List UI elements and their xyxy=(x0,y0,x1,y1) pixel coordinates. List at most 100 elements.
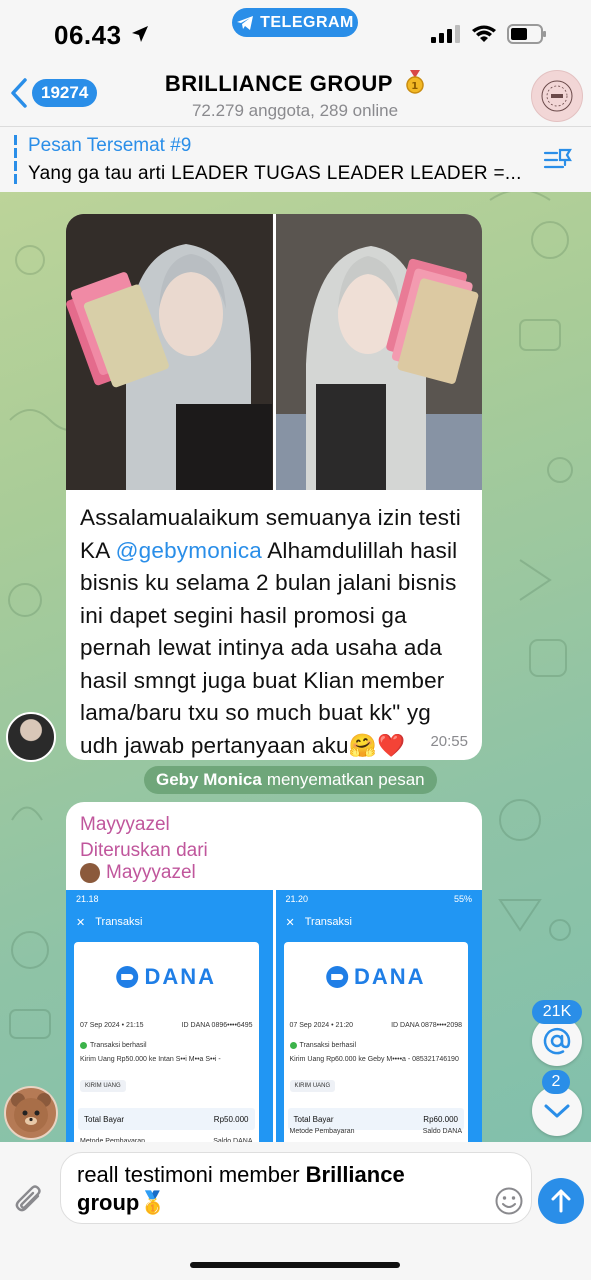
chat-title-area[interactable]: BRILLIANCE GROUP 1 72.279 anggota, 289 o… xyxy=(120,70,470,121)
receipt-total: Total Bayar Rp60.000 xyxy=(287,1108,464,1130)
photo-album[interactable] xyxy=(66,214,482,490)
forwarded-from-name: Mayyyazel xyxy=(106,862,196,883)
pinned-text: Yang ga tau arti LEADER TUGAS LEADER LEA… xyxy=(28,163,522,184)
receipt-total-label: Total Bayar xyxy=(293,1114,334,1124)
group-avatar[interactable] xyxy=(531,70,583,122)
chevron-down-icon xyxy=(544,1104,570,1118)
receipt-desc-row: Kirim Uang Rp60.000 ke Geby M••••a - 085… xyxy=(290,1056,463,1063)
close-icon: ✕ xyxy=(285,917,295,929)
chat-subtitle: 72.279 anggota, 289 online xyxy=(191,101,399,120)
screenshot-clock: 21.20 55% xyxy=(276,890,483,912)
emoji-icon[interactable] xyxy=(494,1186,524,1216)
receipt-desc: Kirim Uang Rp50.000 ke Intan S••i M••a S… xyxy=(80,1056,221,1063)
screenshot-nav: ✕ Transaksi xyxy=(66,912,273,936)
mention-link[interactable]: @gebymonica xyxy=(116,538,262,563)
telegram-pill-label: TELEGRAM xyxy=(260,13,354,31)
battery-icon xyxy=(507,24,546,44)
check-icon xyxy=(289,1042,297,1049)
pin-list-icon[interactable] xyxy=(543,147,573,173)
message-text: Assalamualaikum semuanya izin testi KA @… xyxy=(80,502,472,760)
input-text: reall testimoni member xyxy=(77,1162,306,1187)
svg-text:1: 1 xyxy=(411,81,418,92)
dana-logo: DANA xyxy=(325,964,426,990)
receipt-date: 07 Sep 2024 • 21:15 xyxy=(80,1022,144,1029)
photo-2[interactable] xyxy=(275,214,482,490)
dana-mark-icon xyxy=(325,966,348,988)
input-text-bold: Brilliance xyxy=(305,1162,405,1187)
sender-avatar-bear[interactable] xyxy=(4,1086,58,1140)
service-actor[interactable]: Geby Monica xyxy=(156,770,262,790)
input-text-bold: group xyxy=(77,1190,140,1215)
receipt-total-label: Total Bayar xyxy=(84,1114,125,1124)
attach-icon[interactable] xyxy=(12,1182,48,1218)
send-button[interactable] xyxy=(538,1178,584,1224)
receipt-total: Total Bayar Rp50.000 xyxy=(78,1108,255,1130)
receipt-status-row: Transaksi berhasil xyxy=(80,1042,253,1049)
telegram-pill[interactable]: TELEGRAM xyxy=(232,8,358,37)
back-chevron-icon xyxy=(11,78,27,108)
pinned-message-bar[interactable]: Pesan Tersemat #9 Yang ga tau arti LEADE… xyxy=(0,126,591,192)
pinned-title: Pesan Tersemat #9 xyxy=(28,135,192,156)
mentions-count-badge: 21K xyxy=(532,1000,582,1024)
forwarded-label: Diteruskan dari xyxy=(80,840,208,861)
message-text-part: Alhamdulillah hasil bisnis ku selama 2 b… xyxy=(80,537,458,758)
chat-header: 19274 BRILLIANCE GROUP 1 72.279 anggota,… xyxy=(0,56,591,126)
service-message: Geby Monica menyematkan pesan xyxy=(144,766,437,794)
dana-logo-text: DANA xyxy=(144,964,217,989)
message-input[interactable]: reall testimoni member Brilliance group🥇 xyxy=(60,1152,532,1224)
receipt-status-row: Transaksi berhasil xyxy=(289,1042,463,1049)
pinned-indicator xyxy=(14,135,17,185)
receipt-id: ID DANA 0896••••6495 xyxy=(181,1022,253,1029)
screenshot-clock: 21.18 xyxy=(76,894,99,904)
receipt-total-value: Rp60.000 xyxy=(423,1114,458,1124)
receipt-date-row: 07 Sep 2024 • 21:20 ID DANA 0878••••2098 xyxy=(290,1022,463,1029)
screenshot-battery: 55% xyxy=(453,894,472,904)
photo-1-image xyxy=(66,214,273,490)
check-icon xyxy=(80,1042,87,1049)
screenshot-2[interactable]: 21.20 55% ✕ Transaksi DANA 07 Sep 2024 • 2… xyxy=(275,890,483,1162)
receipt-date: 07 Sep 2024 • 21:20 xyxy=(289,1022,354,1029)
dana-logo-text: DANA xyxy=(353,964,426,989)
forwarded-from[interactable]: Mayyyazel xyxy=(80,862,196,884)
message-emojis: 🤗❤️ xyxy=(348,732,406,758)
receipt-method-row: Metode Pembayaran Saldo DANA xyxy=(290,1128,463,1135)
message-bubble-forwarded[interactable]: Mayyyazel Diteruskan dari Mayyyazel 21.1… xyxy=(66,802,482,1162)
medal-icon: 1 xyxy=(406,70,424,94)
back-button[interactable]: 19274 xyxy=(10,78,98,108)
wifi-icon xyxy=(472,25,496,42)
screenshot-clock-text: 21.20 xyxy=(285,894,309,904)
status-bar: 06.43 TELEGRAM xyxy=(0,0,591,56)
bear-avatar-icon xyxy=(80,863,100,883)
message-time: 20:55 xyxy=(430,733,468,750)
message-composer: reall testimoni member Brilliance group🥇 xyxy=(0,1142,591,1280)
message-bubble-photo[interactable]: Assalamualaikum semuanya izin testi KA @… xyxy=(66,214,482,760)
input-emoji: 🥇 xyxy=(139,1190,167,1215)
sender-avatar[interactable] xyxy=(6,712,56,762)
screenshot-album[interactable]: 21.18 ✕ Transaksi DANA 07 Sep 2024 • 21:1… xyxy=(66,890,482,1162)
photo-1[interactable] xyxy=(66,214,273,490)
receipt-id: ID DANA 0878••••2098 xyxy=(391,1022,462,1029)
sender-name[interactable]: Mayyyazel xyxy=(80,814,170,836)
location-arrow-icon xyxy=(132,26,148,42)
at-icon xyxy=(543,1027,571,1055)
send-icon xyxy=(551,1189,571,1213)
home-indicator xyxy=(190,1262,400,1268)
screenshot-nav-title: Transaksi xyxy=(95,916,143,928)
photo-2-image xyxy=(275,214,482,490)
receipt-desc-row: Kirim Uang Rp50.000 ke Intan S••i M••a S… xyxy=(80,1056,253,1063)
dana-logo: DANA xyxy=(116,964,216,990)
screenshot-nav-title: Transaksi xyxy=(304,916,352,928)
receipt-card: DANA 07 Sep 2024 • 21:20 ID DANA 0878••••… xyxy=(283,942,468,1162)
screenshot-1[interactable]: 21.18 ✕ Transaksi DANA 07 Sep 2024 • 21:1… xyxy=(66,890,273,1162)
receipt-status: Transaksi berhasil xyxy=(90,1042,147,1049)
chat-title-text: BRILLIANCE GROUP xyxy=(164,71,393,96)
receipt-status: Transaksi berhasil xyxy=(299,1042,357,1049)
receipt-card: DANA 07 Sep 2024 • 21:15 ID DANA 0896••••… xyxy=(74,942,259,1162)
chat-title: BRILLIANCE GROUP 1 xyxy=(120,70,470,97)
receipt-tag: KIRIM UANG xyxy=(80,1080,126,1092)
service-action: menyematkan pesan xyxy=(266,770,425,789)
unread-chats-count: 19274 xyxy=(32,79,98,107)
screenshot-nav: ✕ Transaksi xyxy=(276,912,483,936)
system-icons xyxy=(431,24,547,44)
receipt-date-row: 07 Sep 2024 • 21:15 ID DANA 0896••••6495 xyxy=(80,1022,253,1029)
